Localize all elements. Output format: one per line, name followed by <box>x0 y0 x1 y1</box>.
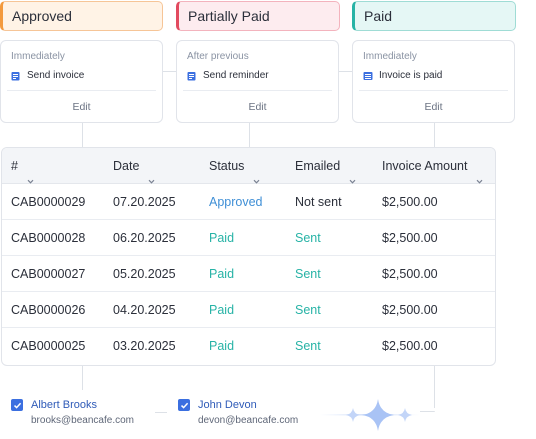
document-icon <box>187 71 197 81</box>
connector-line <box>82 366 83 390</box>
column-header-number[interactable]: # <box>11 148 34 184</box>
invoice-emailed: Sent <box>295 303 321 317</box>
divider <box>183 90 332 91</box>
connector-line <box>82 122 83 148</box>
invoice-emailed: Sent <box>295 267 321 281</box>
list-icon <box>363 71 373 81</box>
invoice-emailed: Sent <box>295 339 321 353</box>
column-header-date[interactable]: Date <box>113 148 155 184</box>
recipient-john-devon: John Devon devon@beancafe.com <box>178 399 298 426</box>
rule-action-label: Send invoice <box>27 70 85 81</box>
divider <box>7 90 156 91</box>
invoice-amount: $2,500.00 <box>382 231 438 245</box>
rule-card-partially-paid: After previous Send reminder Edit <box>176 40 339 123</box>
status-chip-paid[interactable]: Paid <box>352 1 516 31</box>
rule-action: Invoice is paid <box>363 70 442 81</box>
recipient-checkbox[interactable] <box>11 399 23 411</box>
rule-action: Send invoice <box>11 70 84 81</box>
recipient-email: devon@beancafe.com <box>198 415 299 426</box>
recipient-albert-brooks: Albert Brooks brooks@beancafe.com <box>11 399 134 426</box>
connector-line <box>434 122 435 148</box>
rule-action: Send reminder <box>187 70 269 81</box>
invoice-table: # Date Status Emailed Invoice Amount CAB… <box>1 147 496 366</box>
chevron-down-icon <box>349 163 356 184</box>
invoice-date: 04.20.2025 <box>113 303 176 317</box>
table-row[interactable]: CAB0000026 04.20.2025 Paid Sent $2,500.0… <box>2 292 495 328</box>
table-row[interactable]: CAB0000027 05.20.2025 Paid Sent $2,500.0… <box>2 256 495 292</box>
rule-card-approved: Immediately Send invoice Edit <box>0 40 163 123</box>
invoice-number: CAB0000027 <box>11 267 86 281</box>
invoice-number: CAB0000029 <box>11 195 86 209</box>
recipient-email: brooks@beancafe.com <box>31 415 134 426</box>
column-header-invoice-amount[interactable]: Invoice Amount <box>382 148 483 184</box>
sparkle-icon <box>320 399 420 431</box>
table-row[interactable]: CAB0000029 07.20.2025 Approved Not sent … <box>2 184 495 220</box>
rule-timing: Immediately <box>363 51 417 62</box>
invoice-status: Paid <box>209 339 235 353</box>
recipient-name: John Devon <box>198 399 257 411</box>
invoice-amount: $2,500.00 <box>382 267 438 281</box>
invoice-date: 07.20.2025 <box>113 195 176 209</box>
connector-line <box>249 122 250 148</box>
invoice-number: CAB0000026 <box>11 303 86 317</box>
connector-line <box>420 411 435 412</box>
connector-line <box>155 412 167 413</box>
document-icon <box>11 71 21 81</box>
chevron-down-icon <box>148 163 155 184</box>
status-chip-approved[interactable]: Approved <box>0 1 163 31</box>
invoice-status: Paid <box>209 303 235 317</box>
invoice-amount: $2,500.00 <box>382 303 438 317</box>
connector-line <box>339 71 353 72</box>
invoice-number: CAB0000028 <box>11 231 86 245</box>
invoice-date: 06.20.2025 <box>113 231 176 245</box>
chevron-down-icon <box>27 163 34 184</box>
status-chip-partially-paid[interactable]: Partially Paid <box>176 1 340 31</box>
chevron-down-icon <box>253 163 260 184</box>
invoice-status: Paid <box>209 267 235 281</box>
edit-button[interactable]: Edit <box>353 101 514 113</box>
column-header-status[interactable]: Status <box>209 148 260 184</box>
rule-timing: Immediately <box>11 51 65 62</box>
rule-card-paid: Immediately Invoice is paid Edit <box>352 40 515 123</box>
invoice-emailed: Not sent <box>295 195 342 209</box>
invoice-number: CAB0000025 <box>11 339 86 353</box>
invoice-status: Approved <box>209 195 263 209</box>
invoice-amount: $2,500.00 <box>382 339 438 353</box>
divider <box>359 90 508 91</box>
rule-action-label: Invoice is paid <box>379 70 443 81</box>
connector-line <box>162 71 177 72</box>
invoice-amount: $2,500.00 <box>382 195 438 209</box>
recipient-name: Albert Brooks <box>31 399 98 411</box>
column-header-emailed[interactable]: Emailed <box>295 148 356 184</box>
rule-action-label: Send reminder <box>203 70 269 81</box>
table-row[interactable]: CAB0000025 03.20.2025 Paid Sent $2,500.0… <box>2 328 495 364</box>
invoice-status: Paid <box>209 231 235 245</box>
invoice-emailed: Sent <box>295 231 321 245</box>
table-row[interactable]: CAB0000028 06.20.2025 Paid Sent $2,500.0… <box>2 220 495 256</box>
invoice-date: 05.20.2025 <box>113 267 176 281</box>
edit-button[interactable]: Edit <box>1 101 162 113</box>
rule-timing: After previous <box>187 51 249 62</box>
invoice-date: 03.20.2025 <box>113 339 176 353</box>
table-header: # Date Status Emailed Invoice Amount <box>2 148 495 184</box>
chevron-down-icon <box>476 163 483 184</box>
recipient-checkbox[interactable] <box>178 399 190 411</box>
connector-line <box>434 366 435 408</box>
edit-button[interactable]: Edit <box>177 101 338 113</box>
